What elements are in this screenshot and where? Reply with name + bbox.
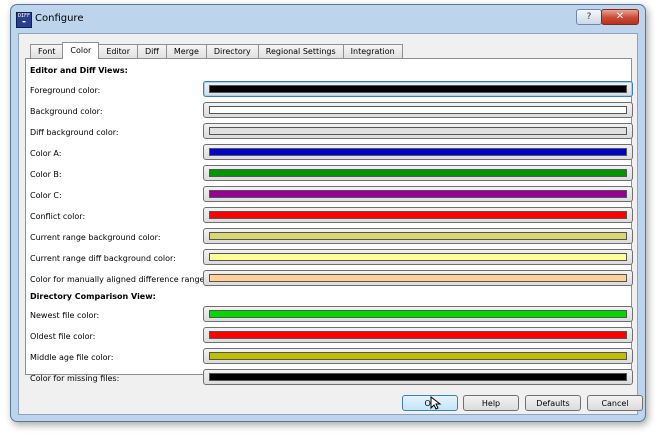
foreground-color-button[interactable] [203, 81, 633, 97]
manual-diff-range-color-button[interactable] [203, 270, 633, 286]
current-range-background-button[interactable] [203, 228, 633, 244]
tab-diff[interactable]: Diff [137, 44, 167, 59]
conflict-color-button[interactable] [203, 207, 633, 223]
editor-section-heading: Editor and Diff Views: [30, 66, 128, 75]
directory-section-heading: Directory Comparison View: [30, 292, 156, 301]
current-range-diff-background-button[interactable] [203, 249, 633, 265]
manual-diff-range-color-swatch [209, 274, 627, 282]
title-bar[interactable]: DIFF ▬ Configure ? ✕ [11, 5, 645, 33]
missing-files-color-label: Color for missing files: [30, 374, 120, 383]
foreground-color-swatch [209, 85, 627, 93]
oldest-file-color-label: Oldest file color: [30, 332, 96, 341]
missing-files-color-button[interactable] [203, 369, 633, 385]
diff-background-color-label: Diff background color: [30, 128, 119, 137]
background-color-label: Background color: [30, 107, 103, 116]
conflict-color-label: Conflict color: [30, 212, 86, 221]
defaults-button[interactable]: Defaults [525, 395, 581, 411]
foreground-color-label: Foreground color: [30, 86, 101, 95]
middle-age-file-color-swatch [209, 352, 627, 360]
window-title: Configure [35, 13, 84, 24]
newest-file-color-label: Newest file color: [30, 311, 100, 320]
help-button[interactable]: Help [463, 395, 519, 411]
missing-files-color-swatch [209, 373, 627, 381]
conflict-color-swatch [209, 211, 627, 219]
tab-directory[interactable]: Directory [205, 44, 259, 59]
color-a-swatch [209, 148, 627, 156]
color-a-button[interactable] [203, 144, 633, 160]
current-range-diff-background-swatch [209, 253, 627, 261]
tab-integration[interactable]: Integration [342, 44, 403, 59]
manual-diff-range-color-label: Color for manually aligned difference ra… [30, 275, 212, 284]
color-c-button[interactable] [203, 186, 633, 202]
color-settings-panel: Editor and Diff Views: Foreground color:… [25, 58, 633, 385]
newest-file-color-swatch [209, 310, 627, 318]
tab-regional-settings[interactable]: Regional Settings [257, 44, 344, 59]
tab-editor[interactable]: Editor [98, 44, 138, 59]
color-b-swatch [209, 169, 627, 177]
current-range-background-label: Current range background color: [30, 233, 161, 242]
current-range-background-swatch [209, 232, 627, 240]
current-range-diff-background-label: Current range diff background color: [30, 254, 176, 263]
mouse-cursor-icon [430, 396, 442, 410]
app-icon: DIFF ▬ [16, 12, 32, 28]
dialog-body: Font Color Editor Diff Merge Directory R… [18, 33, 643, 415]
color-c-swatch [209, 190, 627, 198]
background-color-button[interactable] [203, 102, 633, 118]
help-title-button[interactable]: ? [576, 9, 602, 25]
cancel-button[interactable]: Cancel [587, 395, 643, 411]
oldest-file-color-button[interactable] [203, 327, 633, 343]
configure-dialog: DIFF ▬ Configure ? ✕ Font Color Editor Di… [10, 4, 646, 422]
color-c-label: Color C: [30, 191, 62, 200]
background-color-swatch [209, 106, 627, 114]
diff-background-color-swatch [209, 127, 627, 135]
diff-background-color-button[interactable] [203, 123, 633, 139]
tab-merge[interactable]: Merge [165, 44, 207, 59]
close-button[interactable]: ✕ [601, 9, 639, 25]
middle-age-file-color-label: Middle age file color: [30, 353, 114, 362]
color-b-label: Color B: [30, 170, 62, 179]
oldest-file-color-swatch [209, 331, 627, 339]
color-b-button[interactable] [203, 165, 633, 181]
tab-bar: Font Color Editor Diff Merge Directory R… [30, 42, 403, 59]
color-a-label: Color A: [30, 149, 62, 158]
tab-color[interactable]: Color [62, 42, 100, 59]
newest-file-color-button[interactable] [203, 306, 633, 322]
middle-age-file-color-button[interactable] [203, 348, 633, 364]
tab-font[interactable]: Font [30, 44, 64, 59]
